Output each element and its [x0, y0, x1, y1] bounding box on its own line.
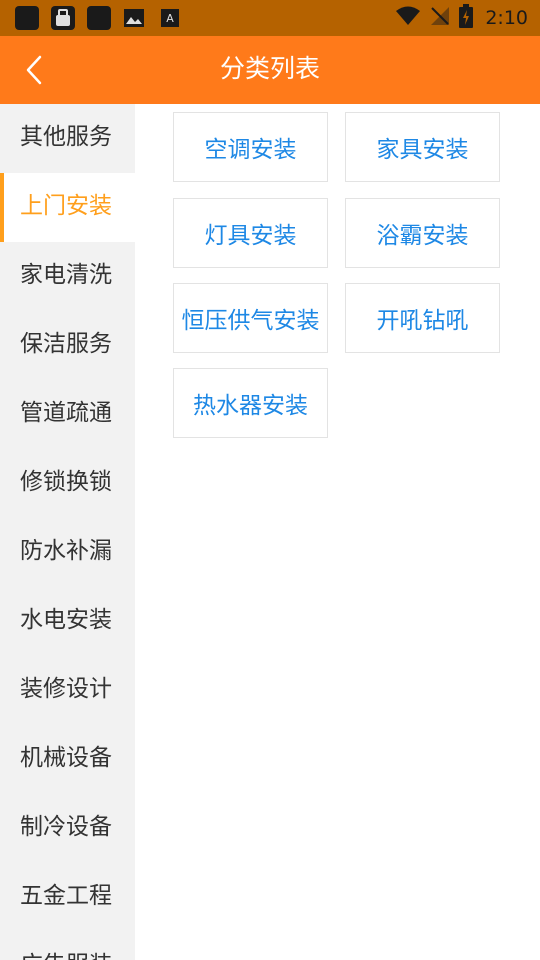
- category-content: 空调安装 家具安装 灯具安装 浴霸安装 恒压供气安装 开吼钻吼 热水器安装: [135, 104, 540, 960]
- status-bar: A 2:10: [0, 0, 540, 36]
- image-icon: [123, 8, 145, 32]
- category-ac-installation[interactable]: 空调安装: [173, 112, 328, 182]
- sidebar-item-waterproofing[interactable]: 防水补漏: [0, 518, 135, 587]
- category-bath-heater-installation[interactable]: 浴霸安装: [345, 198, 500, 268]
- sidebar-item-advertising-apparel[interactable]: 广告服装: [0, 932, 135, 960]
- sidebar-item-refrigeration[interactable]: 制冷设备: [0, 794, 135, 863]
- sidebar-item-appliance-cleaning[interactable]: 家电清洗: [0, 242, 135, 311]
- app-icon-2: [87, 6, 111, 30]
- svg-text:A: A: [166, 12, 174, 25]
- sidebar-item-home-installation[interactable]: 上门安装: [0, 173, 135, 242]
- no-signal-icon: [429, 5, 451, 31]
- font-a-icon: A: [160, 8, 180, 32]
- status-time: 2:10: [485, 7, 528, 29]
- page-title: 分类列表: [219, 54, 320, 83]
- sidebar-item-hardware-engineering[interactable]: 五金工程: [0, 863, 135, 932]
- status-right: 2:10: [395, 0, 528, 36]
- sidebar-item-plumbing-electrical[interactable]: 水电安装: [0, 587, 135, 656]
- sidebar-item-cleaning-services[interactable]: 保洁服务: [0, 311, 135, 380]
- notification-bag-icon: [51, 6, 75, 30]
- sidebar-item-other-services[interactable]: 其他服务: [0, 104, 135, 173]
- app-icon: [15, 6, 39, 30]
- back-button[interactable]: [14, 50, 54, 90]
- battery-charging-icon: [459, 4, 474, 32]
- category-drilling[interactable]: 开吼钻吼: [345, 283, 500, 353]
- wifi-icon: [395, 5, 421, 31]
- sidebar-item-decoration-design[interactable]: 装修设计: [0, 656, 135, 725]
- category-lighting-installation[interactable]: 灯具安装: [173, 198, 328, 268]
- category-sidebar[interactable]: 其他服务 上门安装 家电清洗 保洁服务 管道疏通 修锁换锁 防水补漏 水电安装 …: [0, 104, 135, 960]
- sidebar-item-machinery[interactable]: 机械设备: [0, 725, 135, 794]
- category-water-heater-installation[interactable]: 热水器安装: [173, 368, 328, 438]
- category-furniture-installation[interactable]: 家具安装: [345, 112, 500, 182]
- app-bar: 分类列表: [0, 36, 540, 104]
- sidebar-item-lock-repair[interactable]: 修锁换锁: [0, 449, 135, 518]
- category-gas-supply-installation[interactable]: 恒压供气安装: [173, 283, 328, 353]
- sidebar-item-pipe-dredging[interactable]: 管道疏通: [0, 380, 135, 449]
- chevron-left-icon: [26, 55, 42, 85]
